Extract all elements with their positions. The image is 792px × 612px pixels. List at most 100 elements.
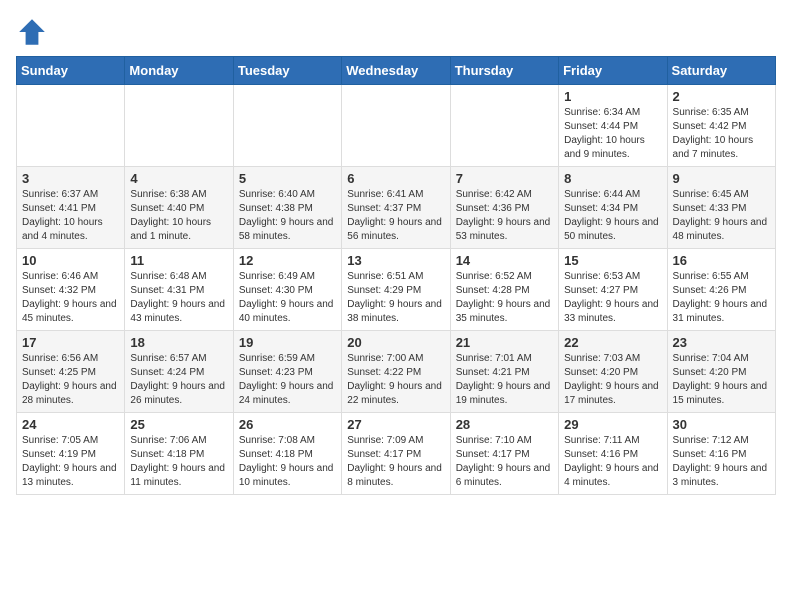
calendar-cell: 7Sunrise: 6:42 AM Sunset: 4:36 PM Daylig… (450, 167, 558, 249)
calendar-cell (233, 85, 341, 167)
calendar-cell: 29Sunrise: 7:11 AM Sunset: 4:16 PM Dayli… (559, 413, 667, 495)
day-detail: Sunrise: 7:00 AM Sunset: 4:22 PM Dayligh… (347, 352, 444, 408)
day-number: 2 (673, 89, 770, 104)
calendar-cell: 5 Sunrise: 6:40 AM Sunset: 4:38 PM Daylig… (233, 167, 341, 249)
day-detail: Sunrise: 6:38 AM Sunset: 4:40 PM Dayligh… (130, 188, 227, 244)
calendar-cell: 2Sunrise: 6:35 AM Sunset: 4:42 PM Daylig… (667, 85, 775, 167)
day-number: 8 (564, 171, 661, 186)
day-number: 7 (456, 171, 553, 186)
weekday-header: Monday (125, 57, 233, 85)
calendar-cell: 3 Sunrise: 6:37 AM Sunset: 4:41 PM Daylig… (17, 167, 125, 249)
day-number: 4 (130, 171, 227, 186)
calendar-cell: 23 Sunrise: 7:04 AM Sunset: 4:20 PM Dayli… (667, 331, 775, 413)
day-detail: Sunrise: 7:04 AM Sunset: 4:20 PM Dayligh… (673, 352, 770, 408)
day-detail: Sunrise: 6:51 AM Sunset: 4:29 PM Dayligh… (347, 270, 444, 326)
logo-icon (16, 16, 48, 48)
calendar-week-row: 3 Sunrise: 6:37 AM Sunset: 4:41 PM Daylig… (17, 167, 776, 249)
page-header (16, 16, 776, 48)
day-number: 30 (673, 417, 770, 432)
calendar: SundayMondayTuesdayWednesdayThursdayFrid… (16, 56, 776, 495)
day-number: 5 (239, 171, 336, 186)
day-detail: Sunrise: 7:01 AM Sunset: 4:21 PM Dayligh… (456, 352, 553, 408)
day-detail: Sunrise: 7:03 AM Sunset: 4:20 PM Dayligh… (564, 352, 661, 408)
day-detail: Sunrise: 6:41 AM Sunset: 4:37 PM Dayligh… (347, 188, 444, 244)
calendar-cell: 14 Sunrise: 6:52 AM Sunset: 4:28 PM Dayli… (450, 249, 558, 331)
day-detail: Sunrise: 7:06 AM Sunset: 4:18 PM Dayligh… (130, 434, 227, 490)
day-number: 21 (456, 335, 553, 350)
day-detail: Sunrise: 6:34 AM Sunset: 4:44 PM Dayligh… (564, 106, 661, 162)
calendar-cell: 10 Sunrise: 6:46 AM Sunset: 4:32 PM Dayli… (17, 249, 125, 331)
day-number: 28 (456, 417, 553, 432)
day-number: 11 (130, 253, 227, 268)
calendar-cell: 17Sunrise: 6:56 AM Sunset: 4:25 PM Dayli… (17, 331, 125, 413)
calendar-cell (450, 85, 558, 167)
day-number: 24 (22, 417, 119, 432)
calendar-cell: 24 Sunrise: 7:05 AM Sunset: 4:19 PM Dayli… (17, 413, 125, 495)
day-number: 3 (22, 171, 119, 186)
day-detail: Sunrise: 6:45 AM Sunset: 4:33 PM Dayligh… (673, 188, 770, 244)
day-number: 6 (347, 171, 444, 186)
day-detail: Sunrise: 6:48 AM Sunset: 4:31 PM Dayligh… (130, 270, 227, 326)
calendar-cell: 18 Sunrise: 6:57 AM Sunset: 4:24 PM Dayli… (125, 331, 233, 413)
calendar-cell: 25 Sunrise: 7:06 AM Sunset: 4:18 PM Dayli… (125, 413, 233, 495)
day-detail: Sunrise: 7:08 AM Sunset: 4:18 PM Dayligh… (239, 434, 336, 490)
calendar-cell: 1 Sunrise: 6:34 AM Sunset: 4:44 PM Daylig… (559, 85, 667, 167)
calendar-week-row: 17Sunrise: 6:56 AM Sunset: 4:25 PM Dayli… (17, 331, 776, 413)
weekday-header: Thursday (450, 57, 558, 85)
day-number: 9 (673, 171, 770, 186)
day-detail: Sunrise: 6:37 AM Sunset: 4:41 PM Dayligh… (22, 188, 119, 244)
calendar-cell: 13 Sunrise: 6:51 AM Sunset: 4:29 PM Dayli… (342, 249, 450, 331)
calendar-cell (342, 85, 450, 167)
weekday-header: Saturday (667, 57, 775, 85)
calendar-cell (17, 85, 125, 167)
day-detail: Sunrise: 6:57 AM Sunset: 4:24 PM Dayligh… (130, 352, 227, 408)
day-detail: Sunrise: 7:09 AM Sunset: 4:17 PM Dayligh… (347, 434, 444, 490)
calendar-cell: 11 Sunrise: 6:48 AM Sunset: 4:31 PM Dayli… (125, 249, 233, 331)
day-number: 18 (130, 335, 227, 350)
calendar-cell: 15 Sunrise: 6:53 AM Sunset: 4:27 PM Dayli… (559, 249, 667, 331)
day-number: 14 (456, 253, 553, 268)
day-number: 13 (347, 253, 444, 268)
day-detail: Sunrise: 7:10 AM Sunset: 4:17 PM Dayligh… (456, 434, 553, 490)
calendar-cell: 26 Sunrise: 7:08 AM Sunset: 4:18 PM Dayli… (233, 413, 341, 495)
day-number: 25 (130, 417, 227, 432)
calendar-cell: 28 Sunrise: 7:10 AM Sunset: 4:17 PM Dayli… (450, 413, 558, 495)
calendar-cell: 9 Sunrise: 6:45 AM Sunset: 4:33 PM Daylig… (667, 167, 775, 249)
day-detail: Sunrise: 6:46 AM Sunset: 4:32 PM Dayligh… (22, 270, 119, 326)
calendar-week-row: 10 Sunrise: 6:46 AM Sunset: 4:32 PM Dayli… (17, 249, 776, 331)
weekday-header: Wednesday (342, 57, 450, 85)
calendar-cell: 6 Sunrise: 6:41 AM Sunset: 4:37 PM Daylig… (342, 167, 450, 249)
day-detail: Sunrise: 7:12 AM Sunset: 4:16 PM Dayligh… (673, 434, 770, 490)
day-detail: Sunrise: 7:05 AM Sunset: 4:19 PM Dayligh… (22, 434, 119, 490)
weekday-header: Tuesday (233, 57, 341, 85)
day-detail: Sunrise: 6:49 AM Sunset: 4:30 PM Dayligh… (239, 270, 336, 326)
day-detail: Sunrise: 6:44 AM Sunset: 4:34 PM Dayligh… (564, 188, 661, 244)
day-detail: Sunrise: 6:40 AM Sunset: 4:38 PM Dayligh… (239, 188, 336, 244)
calendar-cell: 21 Sunrise: 7:01 AM Sunset: 4:21 PM Dayli… (450, 331, 558, 413)
day-number: 20 (347, 335, 444, 350)
calendar-cell: 30 Sunrise: 7:12 AM Sunset: 4:16 PM Dayli… (667, 413, 775, 495)
calendar-cell: 22 Sunrise: 7:03 AM Sunset: 4:20 PM Dayli… (559, 331, 667, 413)
calendar-week-row: 24 Sunrise: 7:05 AM Sunset: 4:19 PM Dayli… (17, 413, 776, 495)
weekday-header-row: SundayMondayTuesdayWednesdayThursdayFrid… (17, 57, 776, 85)
day-number: 26 (239, 417, 336, 432)
calendar-cell: 20 Sunrise: 7:00 AM Sunset: 4:22 PM Dayli… (342, 331, 450, 413)
weekday-header: Friday (559, 57, 667, 85)
day-number: 23 (673, 335, 770, 350)
calendar-cell: 27Sunrise: 7:09 AM Sunset: 4:17 PM Dayli… (342, 413, 450, 495)
day-detail: Sunrise: 6:55 AM Sunset: 4:26 PM Dayligh… (673, 270, 770, 326)
calendar-cell: 8 Sunrise: 6:44 AM Sunset: 4:34 PM Daylig… (559, 167, 667, 249)
day-detail: Sunrise: 6:59 AM Sunset: 4:23 PM Dayligh… (239, 352, 336, 408)
day-number: 22 (564, 335, 661, 350)
day-number: 15 (564, 253, 661, 268)
day-number: 1 (564, 89, 661, 104)
day-detail: Sunrise: 6:53 AM Sunset: 4:27 PM Dayligh… (564, 270, 661, 326)
day-number: 29 (564, 417, 661, 432)
day-detail: Sunrise: 6:52 AM Sunset: 4:28 PM Dayligh… (456, 270, 553, 326)
day-detail: Sunrise: 6:56 AM Sunset: 4:25 PM Dayligh… (22, 352, 119, 408)
day-number: 10 (22, 253, 119, 268)
logo (16, 16, 52, 48)
day-number: 19 (239, 335, 336, 350)
calendar-cell: 16 Sunrise: 6:55 AM Sunset: 4:26 PM Dayli… (667, 249, 775, 331)
day-number: 16 (673, 253, 770, 268)
